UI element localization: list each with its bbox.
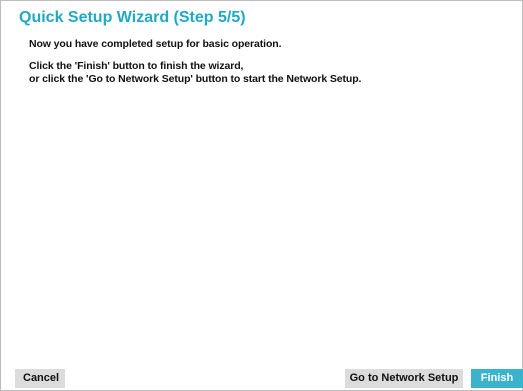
completion-message: Now you have completed setup for basic o…: [29, 38, 282, 50]
cancel-button[interactable]: Cancel: [15, 369, 65, 388]
instruction-line-2: or click the 'Go to Network Setup' butto…: [29, 73, 362, 85]
wizard-title: Quick Setup Wizard (Step 5/5): [19, 9, 246, 26]
go-to-network-setup-button[interactable]: Go to Network Setup: [345, 369, 463, 388]
finish-button[interactable]: Finish: [471, 369, 523, 388]
instruction-line-1: Click the 'Finish' button to finish the …: [29, 60, 244, 72]
wizard-dialog: Quick Setup Wizard (Step 5/5) Now you ha…: [0, 0, 523, 391]
